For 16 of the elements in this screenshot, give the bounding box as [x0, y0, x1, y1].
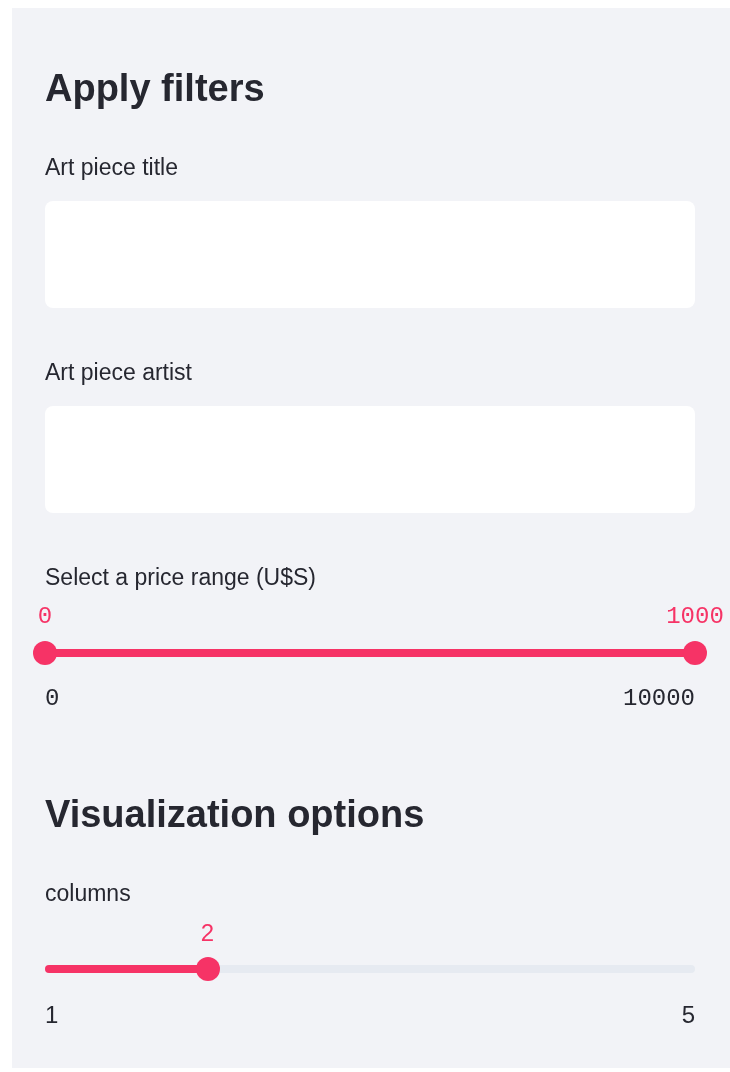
section-heading: Visualization options: [45, 792, 426, 837]
slider-label: Select a price range (U$S): [45, 563, 317, 592]
slider-max-label: 5: [681, 1001, 695, 1029]
section-heading: Apply filters: [45, 66, 266, 111]
slider-handle[interactable]: [683, 641, 707, 665]
field-label: Art piece artist: [45, 358, 193, 387]
slider-label: columns: [45, 879, 132, 908]
slider-min-label: 0: [45, 685, 60, 713]
slider-max-label: 10000: [623, 685, 695, 713]
slider-value: 2: [200, 919, 215, 947]
slider-value: 1000: [666, 603, 724, 631]
slider-handle[interactable]: [33, 641, 57, 665]
slider-handle[interactable]: [195, 957, 220, 981]
slider-min-label: 1: [45, 1001, 59, 1029]
field-label: Art piece title: [45, 153, 179, 182]
slider-value: 0: [37, 603, 53, 631]
